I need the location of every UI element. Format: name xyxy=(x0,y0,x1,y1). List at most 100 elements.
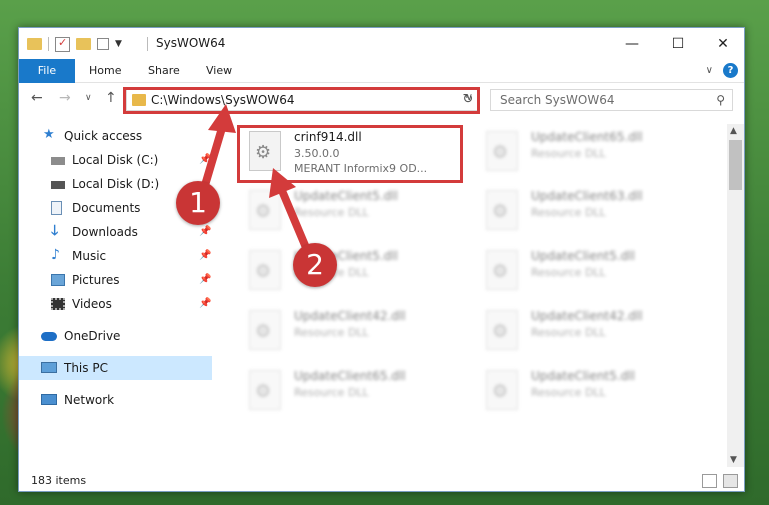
file-item[interactable]: ⚙ UpdateClient65.dll Resource DLL xyxy=(474,125,702,183)
sidebar-item-label: Quick access xyxy=(64,129,143,143)
sidebar-item-label: Videos xyxy=(72,297,112,311)
file-thumbnail: ⚙ xyxy=(486,370,518,410)
forward-button[interactable]: → xyxy=(59,90,71,106)
folder-icon[interactable] xyxy=(27,38,42,50)
file-thumbnail: ⚙ xyxy=(486,190,518,230)
view-toggle xyxy=(696,474,738,488)
navigation-bar: ← → ∨ ↑ C:\Windows\SysWOW64 ∨ ↻ Search S… xyxy=(19,86,744,116)
file-item[interactable]: ⚙ UpdateClient42.dll Resource DLL xyxy=(474,304,702,362)
chevron-down-icon[interactable]: ▼ xyxy=(115,39,122,49)
file-explorer-window: ✓ ▼ SysWOW64 — ☐ ✕ File Home Share View … xyxy=(18,27,745,492)
file-item[interactable]: ⚙ UpdateClient65.dll Resource DLL xyxy=(237,364,465,422)
search-box[interactable]: Search SysWOW64 ⚲ xyxy=(490,89,733,111)
vertical-scrollbar[interactable]: ▲ ▼ xyxy=(727,124,744,467)
gear-icon: ⚙ xyxy=(492,261,509,282)
gear-icon: ⚙ xyxy=(492,381,509,402)
tab-home[interactable]: Home xyxy=(79,59,131,83)
address-bar-highlight xyxy=(123,87,480,114)
gear-icon: ⚙ xyxy=(255,201,272,222)
drive-icon xyxy=(51,157,65,165)
file-type: Resource DLL xyxy=(531,266,606,279)
file-item[interactable]: ⚙ UpdateClient5.dll Resource DLL xyxy=(237,244,465,302)
search-input[interactable]: Search SysWOW64 xyxy=(500,93,614,107)
sidebar-item-label: Local Disk (C:) xyxy=(72,153,159,167)
large-icons-view-icon[interactable] xyxy=(723,474,738,488)
close-button[interactable]: ✕ xyxy=(700,28,744,59)
help-icon[interactable]: ? xyxy=(723,63,738,78)
ribbon-controls: ∨ ? xyxy=(706,63,738,78)
sidebar-item-downloads[interactable]: 🡓 Downloads 📌 xyxy=(19,220,212,244)
sidebar-item-quick-access[interactable]: ★ Quick access xyxy=(19,124,212,148)
sidebar-item-this-pc[interactable]: This PC xyxy=(19,356,212,380)
sidebar-item-network[interactable]: Network xyxy=(19,388,212,412)
music-note-icon: ♪ xyxy=(51,247,60,263)
navigation-pane: ★ Quick access Local Disk (C:) 📌 Local D… xyxy=(19,124,212,467)
file-item[interactable]: ⚙ UpdateClient63.dll Resource DLL xyxy=(474,184,702,242)
file-name: UpdateClient65.dll xyxy=(294,369,406,383)
checkmark-icon: ✓ xyxy=(58,35,68,49)
search-icon: ⚲ xyxy=(716,93,725,107)
film-icon xyxy=(51,298,65,310)
file-highlight xyxy=(237,125,463,183)
window-title: SysWOW64 xyxy=(156,36,226,50)
tab-file[interactable]: File xyxy=(19,59,75,83)
file-name: UpdateClient65.dll xyxy=(531,130,643,144)
file-item[interactable]: ⚙ UpdateClient5.dll Resource DLL xyxy=(474,364,702,422)
pictures-icon xyxy=(51,274,65,286)
sidebar-item-videos[interactable]: Videos 📌 xyxy=(19,292,212,316)
file-type: Resource DLL xyxy=(294,386,369,399)
file-item[interactable]: ⚙ UpdateClient5.dll Resource DLL xyxy=(237,184,465,242)
scrollbar-thumb[interactable] xyxy=(729,140,742,190)
sidebar-item-label: Documents xyxy=(72,201,141,215)
item-count: 183 items xyxy=(31,474,87,487)
sidebar-item-local-disk-c[interactable]: Local Disk (C:) 📌 xyxy=(19,148,212,172)
sidebar-item-onedrive[interactable]: OneDrive xyxy=(19,324,212,348)
properties-icon[interactable]: ✓ xyxy=(55,35,70,52)
file-name: UpdateClient42.dll xyxy=(294,309,406,323)
network-icon xyxy=(41,394,57,405)
file-name: UpdateClient42.dll xyxy=(531,309,643,323)
expand-ribbon-button[interactable]: ∨ xyxy=(706,65,713,76)
pin-icon: 📌 xyxy=(199,298,212,309)
recent-locations-button[interactable]: ∨ xyxy=(85,93,92,103)
file-thumbnail: ⚙ xyxy=(486,310,518,350)
pin-icon: 📌 xyxy=(199,274,212,285)
ribbon-tabs: File Home Share View ∨ ? xyxy=(19,59,744,83)
details-view-icon[interactable] xyxy=(702,474,717,488)
file-type: Resource DLL xyxy=(531,326,606,339)
minimize-button[interactable]: — xyxy=(609,28,655,59)
file-type: Resource DLL xyxy=(294,326,369,339)
file-list: ⚙ crinf914.dll 3.50.0.0 MERANT Informix9… xyxy=(229,124,732,467)
tab-share[interactable]: Share xyxy=(138,59,190,83)
cloud-icon xyxy=(41,332,57,341)
up-button[interactable]: ↑ xyxy=(105,90,117,106)
gear-icon: ⚙ xyxy=(492,201,509,222)
sidebar-item-label: Music xyxy=(72,249,107,263)
sidebar-item-music[interactable]: ♪ Music 📌 xyxy=(19,244,212,268)
file-item[interactable]: ⚙ UpdateClient42.dll Resource DLL xyxy=(237,304,465,362)
quick-access-toolbar: ✓ ▼ xyxy=(27,35,122,53)
file-thumbnail: ⚙ xyxy=(249,310,281,350)
pin-icon: 📌 xyxy=(199,154,212,165)
customize-icon[interactable] xyxy=(97,38,109,50)
file-thumbnail: ⚙ xyxy=(249,250,281,290)
back-button[interactable]: ← xyxy=(31,90,43,106)
scroll-down-icon[interactable]: ▼ xyxy=(730,455,737,465)
tab-view[interactable]: View xyxy=(196,59,242,83)
step-2-badge: 2 xyxy=(293,243,337,287)
scroll-up-icon[interactable]: ▲ xyxy=(730,126,737,136)
file-type: Resource DLL xyxy=(294,206,369,219)
maximize-button[interactable]: ☐ xyxy=(655,28,701,59)
download-arrow-icon: 🡓 xyxy=(51,223,59,239)
title-bar: ✓ ▼ SysWOW64 — ☐ ✕ xyxy=(19,28,744,59)
gear-icon: ⚙ xyxy=(255,321,272,342)
new-folder-icon[interactable] xyxy=(76,38,91,50)
file-item[interactable]: ⚙ UpdateClient5.dll Resource DLL xyxy=(474,244,702,302)
file-name: UpdateClient5.dll xyxy=(531,369,635,383)
pin-icon: 📌 xyxy=(199,250,212,261)
gear-icon: ⚙ xyxy=(492,321,509,342)
sidebar-item-pictures[interactable]: Pictures 📌 xyxy=(19,268,212,292)
toolbar-divider xyxy=(48,37,49,51)
gear-icon: ⚙ xyxy=(255,381,272,402)
sidebar-item-label: Network xyxy=(64,393,115,407)
